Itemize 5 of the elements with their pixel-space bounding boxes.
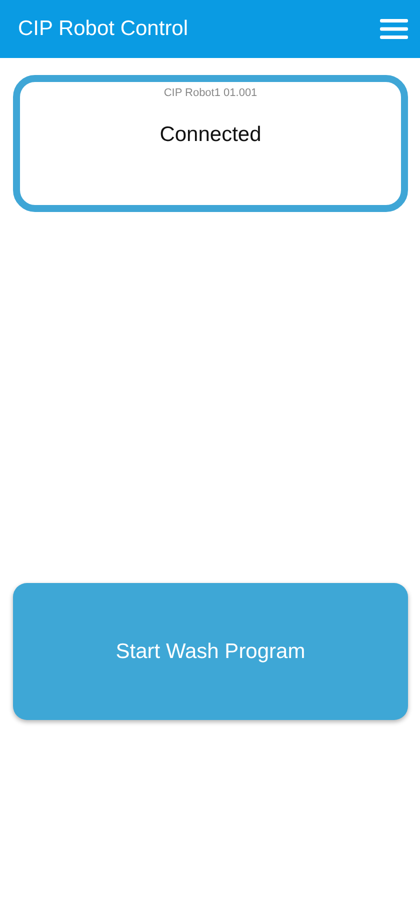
app-title: CIP Robot Control <box>18 17 188 41</box>
connection-status: Connected <box>160 123 262 147</box>
start-wash-button[interactable]: Start Wash Program <box>13 583 408 720</box>
device-name: CIP Robot1 01.001 <box>164 87 258 99</box>
menu-icon[interactable] <box>380 19 408 39</box>
